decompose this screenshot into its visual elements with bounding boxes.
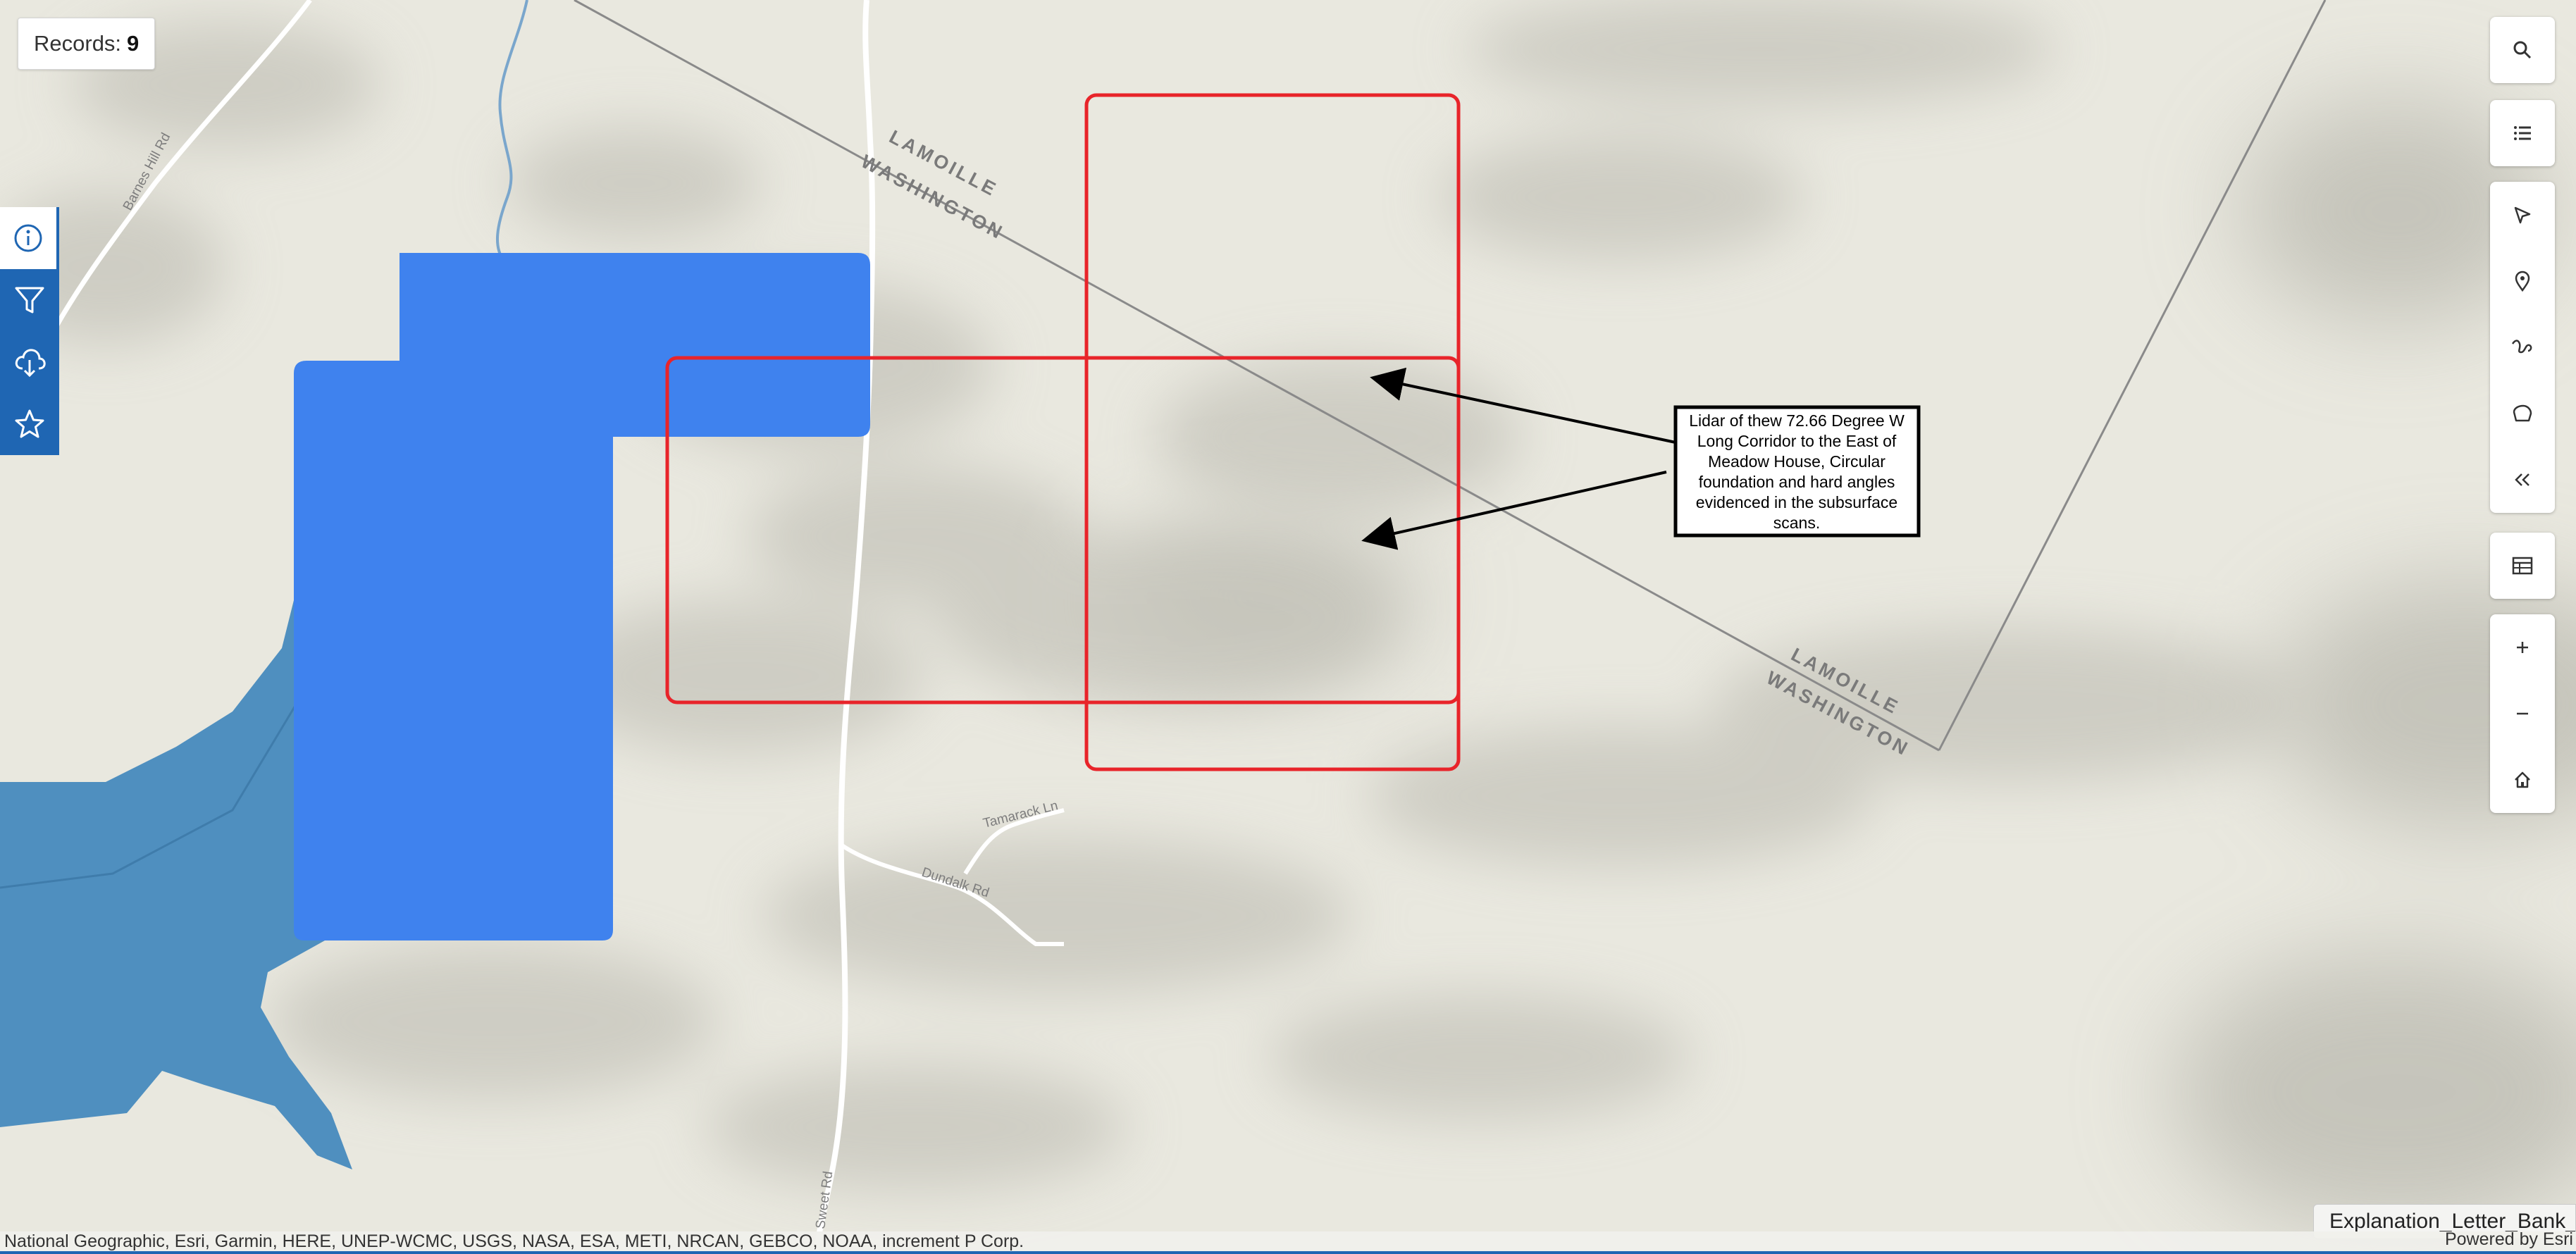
search-icon xyxy=(2513,41,2532,59)
callout-line-5: evidenced in the subsurface xyxy=(1696,493,1897,511)
favorites-button[interactable] xyxy=(0,393,59,455)
list-icon xyxy=(2514,126,2531,140)
polygon-tool-button[interactable] xyxy=(2490,380,2555,447)
filter-icon xyxy=(15,287,44,314)
home-button[interactable] xyxy=(2490,747,2555,813)
layer-list-button[interactable] xyxy=(2490,100,2555,166)
info-icon xyxy=(14,224,42,252)
callout-line-2: Long Corridor to the East of xyxy=(1697,432,1897,450)
callout-line-1: Lidar of thew 72.66 Degree W xyxy=(1689,411,1905,430)
polygon-icon xyxy=(2513,404,2532,422)
left-toolbar xyxy=(0,207,59,455)
pin-icon xyxy=(2515,271,2530,292)
info-button[interactable] xyxy=(0,207,56,269)
zoom-out-button[interactable] xyxy=(2490,681,2555,747)
records-count: 9 xyxy=(127,31,140,56)
pointer-icon xyxy=(2514,206,2531,224)
callout-line-3: Meadow House, Circular xyxy=(1708,452,1885,471)
map-canvas[interactable]: Barnes Hill Rd Tamarack Ln Dundalk Rd Sw… xyxy=(0,0,2576,1254)
search-button[interactable] xyxy=(2490,17,2555,83)
callout-annotation[interactable]: Lidar of thew 72.66 Degree W Long Corrid… xyxy=(1673,405,1921,538)
records-count-badge: Records: 9 xyxy=(18,18,156,70)
point-tool-button[interactable] xyxy=(2490,248,2555,314)
table-group xyxy=(2490,533,2555,599)
callout-line-6: scans. xyxy=(1773,514,1820,532)
collapse-icon xyxy=(2515,473,2529,486)
layers-group xyxy=(2490,100,2555,166)
polyline-tool-button[interactable] xyxy=(2490,314,2555,380)
zoom-out-icon xyxy=(2517,712,2528,715)
draw-tools-group xyxy=(2490,182,2555,513)
select-tool-button[interactable] xyxy=(2490,182,2555,248)
attribution-bar: National Geographic, Esri, Garmin, HERE,… xyxy=(0,1229,2576,1254)
home-icon xyxy=(2515,771,2530,788)
powered-by-esri[interactable]: Powered by Esri xyxy=(2445,1229,2573,1250)
callout-line-4: foundation and hard angles xyxy=(1699,473,1895,491)
filter-button[interactable] xyxy=(0,269,59,331)
cloud-download-icon xyxy=(15,349,46,378)
zoom-in-button[interactable] xyxy=(2490,614,2555,681)
line-icon xyxy=(2511,340,2532,354)
records-label: Records: xyxy=(34,31,122,56)
navigation-group xyxy=(2490,614,2555,813)
table-icon xyxy=(2512,557,2533,575)
star-icon xyxy=(15,409,44,438)
zoom-in-icon xyxy=(2517,642,2528,653)
download-button[interactable] xyxy=(0,331,59,393)
attribute-table-button[interactable] xyxy=(2490,533,2555,599)
search-group xyxy=(2490,17,2555,83)
attribution-text: National Geographic, Esri, Garmin, HERE,… xyxy=(4,1231,1024,1251)
collapse-button[interactable] xyxy=(2490,447,2555,513)
